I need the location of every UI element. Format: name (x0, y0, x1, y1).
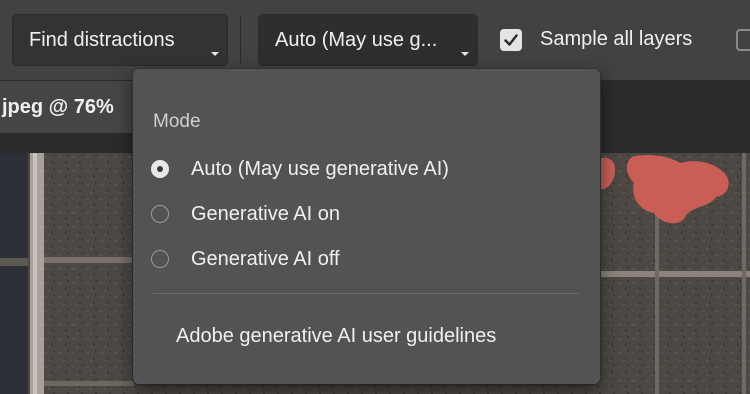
mode-dropdown-menu: Mode Auto (May use generative AI) Genera… (133, 69, 600, 384)
checkmark-icon (504, 34, 518, 46)
find-distractions-button[interactable]: Find distractions (12, 14, 228, 66)
mode-option-label: Generative AI on (191, 202, 340, 225)
mode-option-auto[interactable]: Auto (May use generative AI) (151, 149, 581, 189)
mode-dropdown-button[interactable]: Auto (May use g... (258, 14, 478, 66)
mode-option-generative-ai-off[interactable]: Generative AI off (151, 239, 581, 279)
radio-selected-icon[interactable] (151, 160, 169, 178)
sample-all-layers-label: Sample all layers (540, 28, 693, 50)
document-tab[interactable]: jpeg @ 76% (0, 81, 150, 133)
dropdown-arrow-icon (461, 52, 469, 56)
sample-all-layers-checkbox[interactable] (500, 29, 522, 51)
next-option-checkbox[interactable] (736, 29, 750, 51)
dropdown-arrow-icon (211, 52, 219, 56)
document-tab-title: jpeg @ 76% (2, 95, 114, 118)
menu-divider (153, 293, 579, 294)
find-distractions-label: Find distractions (29, 28, 175, 51)
mode-option-generative-ai-on[interactable]: Generative AI on (151, 194, 581, 234)
generative-ai-guidelines-link[interactable]: Adobe generative AI user guidelines (176, 325, 496, 348)
radio-unselected-icon[interactable] (151, 205, 169, 223)
mode-dropdown-label: Auto (May use g... (275, 28, 438, 51)
mode-heading: Mode (153, 111, 201, 132)
toolbar-divider (240, 16, 241, 64)
mode-option-label: Generative AI off (191, 247, 340, 270)
mode-option-label: Auto (May use generative AI) (191, 157, 449, 180)
radio-unselected-icon[interactable] (151, 250, 169, 268)
